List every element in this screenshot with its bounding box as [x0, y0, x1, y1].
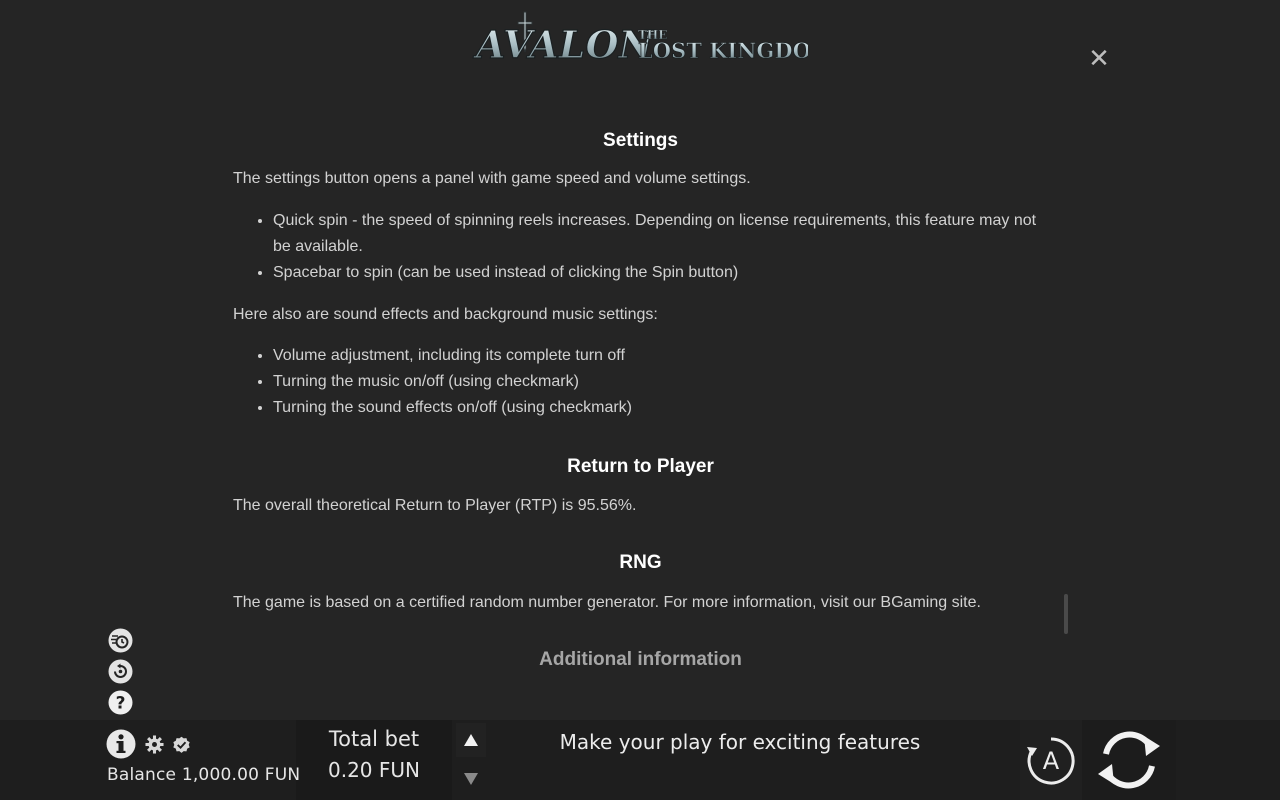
total-bet-value: 0.20 FUN	[328, 758, 420, 782]
arrow-down-icon	[464, 773, 478, 785]
logo-sub-text: LOST KINGDOM	[638, 38, 808, 63]
sound-intro: Here also are sound effects and backgrou…	[233, 306, 658, 323]
verified-badge-icon	[173, 736, 190, 753]
autoplay-icon: A	[1027, 737, 1075, 785]
additional-info-heading: Additional information	[539, 649, 742, 670]
info-button[interactable]	[106, 729, 136, 759]
settings-button[interactable]	[145, 735, 164, 754]
gear-icon	[145, 735, 164, 754]
turbo-icon[interactable]	[108, 659, 133, 684]
settings-heading: Settings	[603, 130, 678, 151]
balance-display: Balance 1,000.00 FUN	[107, 765, 300, 785]
quick-spin-icon[interactable]	[108, 628, 133, 653]
rtp-heading: Return to Player	[567, 456, 714, 477]
list-item: Volume adjustment, including its complet…	[273, 343, 1048, 369]
autoplay-label: A	[1043, 747, 1060, 775]
bet-increase-button[interactable]	[456, 723, 486, 757]
info-icon	[106, 729, 136, 759]
game-logo: AVALON THE LOST KINGDOM	[472, 8, 808, 70]
bet-decrease-button[interactable]	[456, 762, 486, 796]
status-message: Make your play for exciting features	[559, 730, 921, 754]
arrow-up-icon	[464, 734, 478, 746]
balance-value: 1,000.00 FUN	[181, 765, 301, 785]
list-item: Quick spin - the speed of spinning reels…	[273, 208, 1048, 260]
spin-icon	[1098, 731, 1160, 789]
rng-heading: RNG	[619, 552, 662, 573]
list-item: Turning the sound effects on/off (using …	[273, 395, 1048, 421]
content-scrollbar[interactable]	[1064, 594, 1068, 634]
help-icon[interactable]: ?	[108, 690, 133, 715]
rules-content[interactable]: Settings The settings button opens a pan…	[233, 122, 1048, 720]
list-item: Turning the music on/off (using checkmar…	[273, 369, 1048, 395]
close-button[interactable]: ✕	[1084, 44, 1114, 74]
svg-text:?: ?	[116, 694, 126, 714]
autoplay-button[interactable]: A	[1024, 734, 1078, 788]
rng-text: The game is based on a certified random …	[233, 594, 981, 611]
spin-button[interactable]	[1092, 724, 1166, 796]
total-bet-label: Total bet	[328, 727, 420, 751]
sound-list: Volume adjustment, including its complet…	[233, 343, 1048, 421]
logo-main-text: AVALON	[473, 22, 655, 67]
list-item: Spacebar to spin (can be used instead of…	[273, 260, 1048, 286]
settings-list: Quick spin - the speed of spinning reels…	[233, 208, 1048, 286]
balance-label: Balance	[107, 765, 177, 785]
verified-button[interactable]	[172, 735, 191, 754]
settings-intro: The settings button opens a panel with g…	[233, 170, 751, 187]
close-icon: ✕	[1088, 44, 1110, 74]
rtp-text: The overall theoretical Return to Player…	[233, 497, 637, 514]
game-rules-screen: AVALON THE LOST KINGDOM ✕ Settings The s…	[0, 0, 1280, 800]
